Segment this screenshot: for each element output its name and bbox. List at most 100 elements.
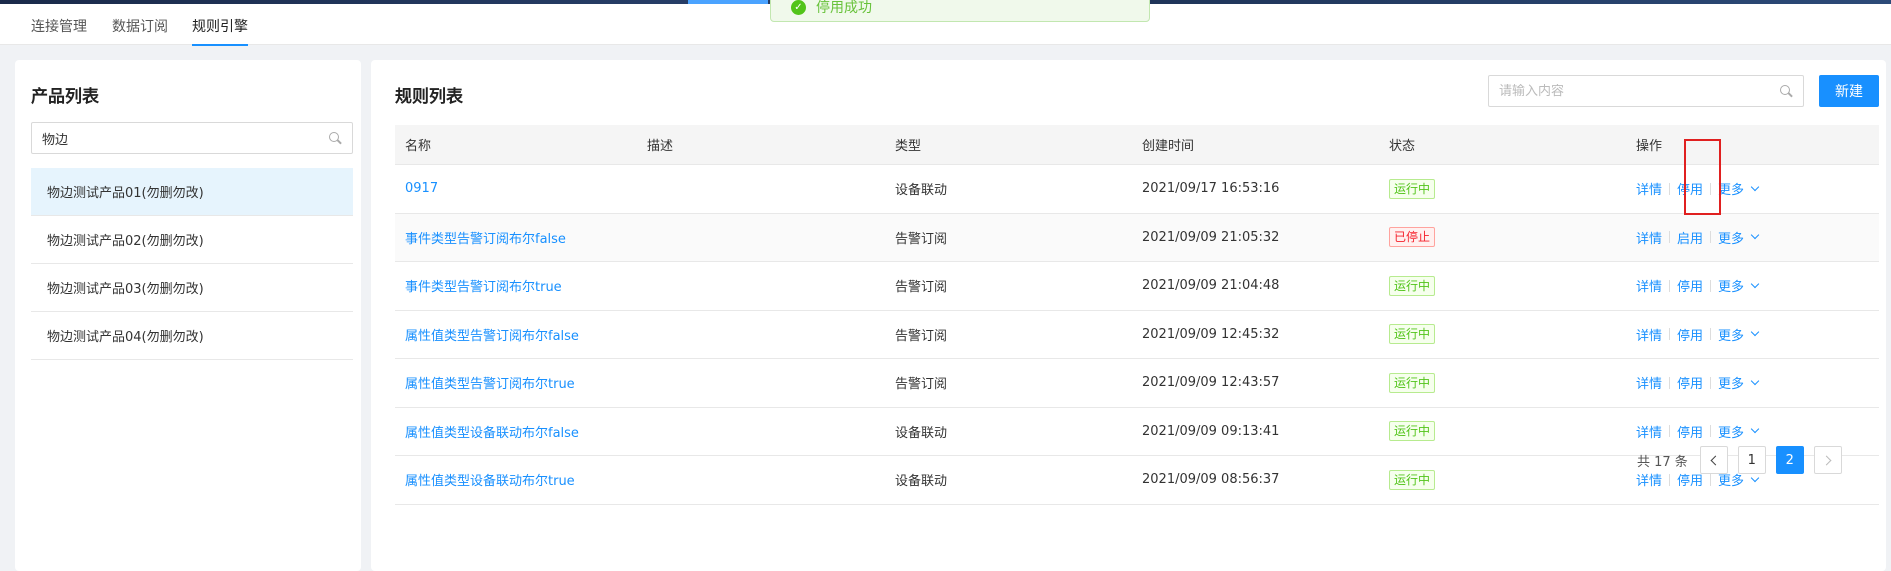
product-item[interactable]: 物边测试产品04(勿删勿改) <box>31 312 353 360</box>
table-row: 事件类型告警订阅布尔true 告警订阅 2021/09/09 21:04:48 运行中… <box>395 262 1879 311</box>
toggle-status-link[interactable]: 停用 <box>1677 373 1703 392</box>
table-row: 属性值类型告警订阅布尔true 告警订阅 2021/09/09 12:43:57 运行… <box>395 359 1879 408</box>
action-divider <box>1669 231 1671 244</box>
rule-created-time: 2021/09/09 12:45:32 <box>1142 326 1280 342</box>
column-header-description: 描述 <box>647 139 674 154</box>
next-page-button[interactable] <box>1813 446 1842 474</box>
row-actions: 详情 停用 更多 <box>1636 422 1879 441</box>
rule-type: 告警订阅 <box>895 231 948 247</box>
chevron-down-icon[interactable] <box>1750 231 1760 240</box>
product-panel: 产品列表 物边测试产品01(勿删勿改) 物边测试产品02(勿删勿改) 物边测试产… <box>15 60 361 571</box>
table-header: 名称 描述 类型 创建时间 状态 操作 <box>395 125 1879 165</box>
rule-created-time: 2021/09/09 08:56:37 <box>1142 472 1280 488</box>
more-dropdown[interactable]: 更多 <box>1718 228 1744 247</box>
chevron-down-icon[interactable] <box>1750 182 1760 191</box>
detail-link[interactable]: 详情 <box>1636 422 1662 441</box>
chevron-down-icon[interactable] <box>1750 376 1760 385</box>
toggle-status-link[interactable]: 停用 <box>1677 179 1703 198</box>
column-header-actions: 操作 <box>1636 139 1663 154</box>
product-item[interactable]: 物边测试产品01(勿删勿改) <box>31 168 353 216</box>
pagination: 共 17 条 1 2 <box>1637 446 1842 474</box>
tab-rule-engine[interactable]: 规则引擎 <box>192 16 248 46</box>
rule-panel: 规则列表 新建 名称 描述 类型 创建时间 状态 操作 0917 设备联动 2021… <box>371 60 1886 571</box>
more-dropdown[interactable]: 更多 <box>1718 422 1744 441</box>
action-divider <box>1669 182 1671 195</box>
more-dropdown[interactable]: 更多 <box>1718 325 1744 344</box>
table-row: 事件类型告警订阅布尔false 告警订阅 2021/09/09 21:05:32 已停… <box>395 213 1879 262</box>
rule-search-input[interactable] <box>1499 83 1779 99</box>
detail-link[interactable]: 详情 <box>1636 228 1662 247</box>
rule-name-link[interactable]: 属性值类型设备联动布尔true <box>405 474 575 489</box>
rule-type: 告警订阅 <box>895 280 948 296</box>
rule-type: 告警订阅 <box>895 328 948 344</box>
pagination-total: 共 17 条 <box>1637 454 1688 470</box>
product-item[interactable]: 物边测试产品02(勿删勿改) <box>31 216 353 264</box>
chevron-down-icon[interactable] <box>1750 279 1760 288</box>
action-divider <box>1710 231 1712 244</box>
table-row: 属性值类型告警订阅布尔false 告警订阅 2021/09/09 12:45:32 运… <box>395 311 1879 359</box>
status-badge: 运行中 <box>1389 324 1436 345</box>
product-item[interactable]: 物边测试产品03(勿删勿改) <box>31 264 353 312</box>
product-search-input[interactable] <box>42 130 328 146</box>
more-dropdown[interactable]: 更多 <box>1718 373 1744 392</box>
detail-link[interactable]: 详情 <box>1636 179 1662 198</box>
action-divider <box>1669 328 1671 341</box>
product-panel-title: 产品列表 <box>31 87 99 107</box>
search-icon[interactable] <box>328 131 342 145</box>
detail-link[interactable]: 详情 <box>1636 325 1662 344</box>
rule-name-link[interactable]: 事件类型告警订阅布尔true <box>405 280 562 295</box>
more-dropdown[interactable]: 更多 <box>1718 179 1744 198</box>
status-badge: 运行中 <box>1389 421 1436 442</box>
toast-message: 停用成功 <box>816 0 872 16</box>
row-actions: 详情 停用 更多 <box>1636 179 1879 198</box>
detail-link[interactable]: 详情 <box>1636 373 1662 392</box>
column-header-name: 名称 <box>405 139 432 154</box>
rule-created-time: 2021/09/09 09:13:41 <box>1142 423 1280 439</box>
tab-connection-management[interactable]: 连接管理 <box>31 16 87 44</box>
rule-type: 设备联动 <box>895 425 948 441</box>
rule-name-link[interactable]: 属性值类型告警订阅布尔true <box>405 377 575 392</box>
action-divider <box>1710 328 1712 341</box>
status-badge: 运行中 <box>1389 469 1436 490</box>
new-rule-button[interactable]: 新建 <box>1819 75 1879 107</box>
row-actions: 详情 停用 更多 <box>1636 276 1879 295</box>
status-badge: 已停止 <box>1389 227 1436 248</box>
rule-name-link[interactable]: 0917 <box>405 181 438 196</box>
more-dropdown[interactable]: 更多 <box>1718 276 1744 295</box>
rule-name-link[interactable]: 属性值类型告警订阅布尔false <box>405 329 579 344</box>
action-divider <box>1710 182 1712 195</box>
product-search-box[interactable] <box>31 122 353 154</box>
action-divider <box>1710 376 1712 389</box>
status-badge: 运行中 <box>1389 275 1436 296</box>
action-divider <box>1669 279 1671 292</box>
chevron-right-icon <box>1821 455 1832 465</box>
chevron-down-icon[interactable] <box>1750 473 1760 482</box>
chevron-down-icon[interactable] <box>1750 425 1760 434</box>
rule-created-time: 2021/09/09 21:04:48 <box>1142 278 1280 294</box>
column-header-created-time: 创建时间 <box>1142 139 1195 154</box>
rule-created-time: 2021/09/09 21:05:32 <box>1142 229 1280 245</box>
rule-name-link[interactable]: 事件类型告警订阅布尔false <box>405 232 566 247</box>
toggle-status-link[interactable]: 停用 <box>1677 325 1703 344</box>
tab-data-subscription[interactable]: 数据订阅 <box>112 16 168 44</box>
toggle-status-link[interactable]: 停用 <box>1677 422 1703 441</box>
row-actions: 详情 停用 更多 <box>1636 373 1879 392</box>
status-badge: 运行中 <box>1389 372 1436 393</box>
page-button-1[interactable]: 1 <box>1737 446 1766 474</box>
rule-search-box[interactable] <box>1488 75 1804 107</box>
rule-type: 设备联动 <box>895 474 948 490</box>
toggle-status-link[interactable]: 停用 <box>1677 276 1703 295</box>
row-actions: 详情 启用 更多 <box>1636 228 1879 247</box>
rule-type: 告警订阅 <box>895 377 948 393</box>
search-icon[interactable] <box>1779 84 1793 98</box>
detail-link[interactable]: 详情 <box>1636 276 1662 295</box>
prev-page-button[interactable] <box>1699 446 1728 474</box>
rule-created-time: 2021/09/17 16:53:16 <box>1142 181 1280 197</box>
chevron-down-icon[interactable] <box>1750 328 1760 337</box>
action-divider <box>1710 279 1712 292</box>
rule-name-link[interactable]: 属性值类型设备联动布尔false <box>405 426 579 441</box>
toggle-status-link[interactable]: 启用 <box>1677 228 1703 247</box>
product-list: 物边测试产品01(勿删勿改) 物边测试产品02(勿删勿改) 物边测试产品03(勿… <box>31 168 353 360</box>
column-header-type: 类型 <box>895 139 922 154</box>
page-button-2[interactable]: 2 <box>1775 446 1804 474</box>
